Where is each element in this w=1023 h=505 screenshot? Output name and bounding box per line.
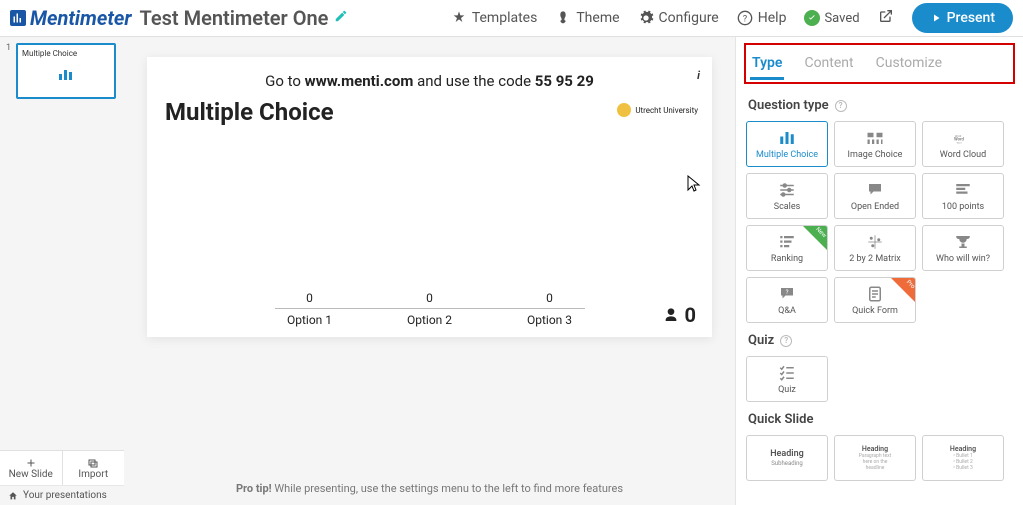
quickslide-paragraph[interactable]: Heading Paragraph text here on the headl… (834, 435, 916, 481)
new-badge-icon: New (802, 225, 828, 251)
section-question-type: Question type ? (736, 88, 1023, 121)
slide-title: Multiple Choice (165, 98, 694, 126)
type-image-choice[interactable]: Image Choice (834, 121, 916, 167)
tab-type[interactable]: Type (750, 51, 784, 80)
thumb-number: 1 (6, 43, 12, 99)
tab-customize[interactable]: Customize (874, 51, 944, 80)
section-quick-slide: Quick Slide (736, 402, 1023, 435)
pro-badge-icon: Pro (890, 277, 916, 303)
slide-canvas: i Go to www.menti.com and use the code 5… (147, 57, 712, 337)
help-icon[interactable]: ? (835, 100, 847, 112)
configure-button[interactable]: Configure (638, 10, 719, 26)
svg-text:?: ? (743, 13, 748, 24)
type-who-will-win[interactable]: Who will win? (922, 225, 1004, 271)
section-quiz: Quiz ? (736, 323, 1023, 356)
type-quiz[interactable]: Quiz (746, 356, 828, 402)
person-icon (663, 307, 679, 323)
tab-content[interactable]: Content (802, 51, 855, 80)
quickslide-heading[interactable]: Heading Subheading (746, 435, 828, 481)
chart-bar: 0 Option 1 (275, 309, 345, 327)
share-icon[interactable] (878, 8, 894, 28)
slide-thumbnail[interactable]: Multiple Choice (16, 43, 116, 99)
uni-crest-icon (617, 103, 631, 117)
slide-editor: i Go to www.menti.com and use the code 5… (124, 37, 735, 505)
edit-title-icon[interactable] (334, 9, 348, 27)
svg-text:?: ? (786, 289, 789, 296)
chart-bar: 0 Option 2 (395, 309, 465, 327)
logo-text: Mentimeter (30, 6, 131, 30)
type-2by2-matrix[interactable]: 2 by 2 Matrix (834, 225, 916, 271)
join-code: Go to www.menti.com and use the code 55 … (165, 72, 694, 90)
type-qa[interactable]: ? Q&A (746, 277, 828, 323)
properties-panel: Type Content Customize Question type ? M… (735, 37, 1023, 505)
result-chart: 0 Option 1 0 Option 2 0 Option 3 (165, 126, 694, 327)
type-ranking[interactable]: New Ranking (746, 225, 828, 271)
import-button[interactable]: Import (63, 451, 125, 485)
help-icon[interactable]: ? (780, 335, 792, 347)
type-open-ended[interactable]: Open Ended (834, 173, 916, 219)
new-slide-button[interactable]: New Slide (0, 451, 63, 485)
university-logo: Utrecht University (617, 103, 698, 117)
your-presentations-link[interactable]: Your presentations (0, 485, 124, 505)
svg-text:Word: Word (957, 141, 963, 144)
pro-tip: Pro tip! While presenting, use the setti… (236, 482, 623, 495)
type-word-cloud[interactable]: WordWordWord Word Cloud (922, 121, 1004, 167)
theme-button[interactable]: Theme (555, 10, 619, 26)
app-header: Mentimeter Test Mentimeter One Templates… (0, 0, 1023, 37)
type-quick-form[interactable]: Pro Quick Form (834, 277, 916, 323)
slide-sidebar: 1 Multiple Choice New Slide Import (0, 37, 124, 505)
type-scales[interactable]: Scales (746, 173, 828, 219)
info-icon[interactable]: i (697, 69, 700, 82)
check-icon (804, 10, 820, 26)
quickslide-bullets[interactable]: Heading • Bullet 1 • Bullet 2 • Bullet 3 (922, 435, 1004, 481)
panel-tabs: Type Content Customize (744, 43, 1015, 84)
help-button[interactable]: ? Help (737, 10, 787, 26)
chart-bar: 0 Option 3 (515, 309, 585, 327)
type-multiple-choice[interactable]: Multiple Choice (746, 121, 828, 167)
present-button[interactable]: Present (912, 3, 1013, 33)
templates-button[interactable]: Templates (451, 10, 538, 26)
participant-count: 0 (663, 303, 696, 327)
presentation-title[interactable]: Test Mentimeter One (139, 6, 328, 30)
type-100-points[interactable]: 100 points (922, 173, 1004, 219)
saved-status: Saved (804, 10, 859, 26)
logo[interactable]: Mentimeter (10, 6, 131, 30)
bar-chart-icon (58, 68, 74, 84)
